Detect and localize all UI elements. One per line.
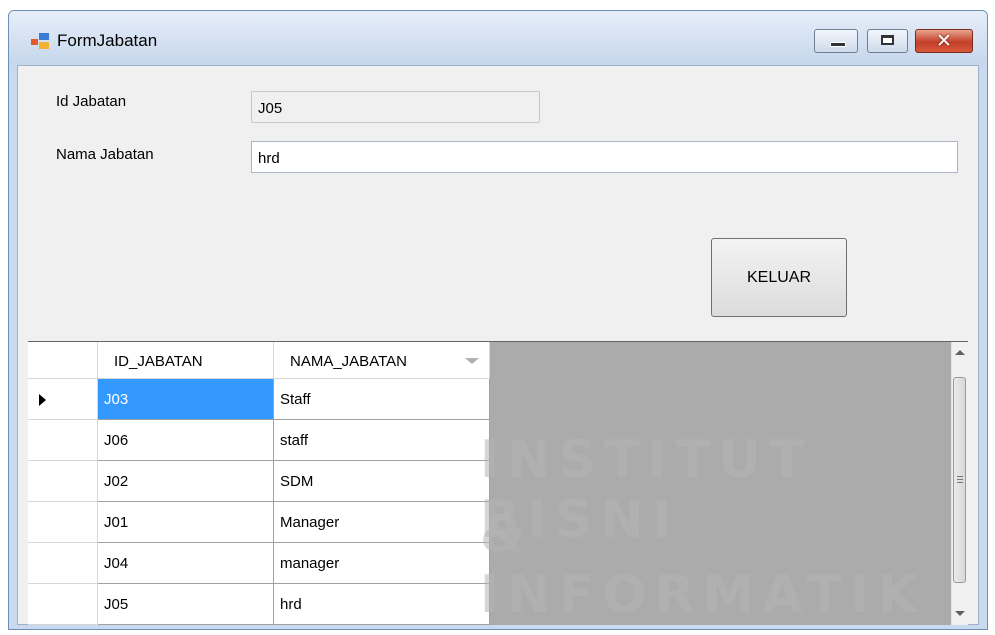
close-button[interactable]: ✕: [915, 29, 973, 53]
table-row[interactable]: J02 SDM: [28, 461, 490, 502]
id-jabatan-field[interactable]: J05: [251, 91, 540, 123]
table-row[interactable]: J06 staff: [28, 420, 490, 461]
cell-id-jabatan[interactable]: J04: [98, 543, 274, 584]
nama-jabatan-field[interactable]: hrd: [251, 141, 958, 173]
cell-id-jabatan[interactable]: J05: [98, 584, 274, 625]
grip-line: [957, 479, 963, 480]
row-header[interactable]: [28, 379, 98, 420]
cell-nama-jabatan[interactable]: manager: [274, 543, 490, 584]
table-row[interactable]: J05 hrd: [28, 584, 490, 625]
form-client-area: Id Jabatan J05 Nama Jabatan hrd KELUAR I…: [17, 65, 979, 625]
row-header[interactable]: [28, 420, 98, 461]
cell-nama-jabatan[interactable]: Staff: [274, 379, 490, 420]
window-title: FormJabatan: [57, 31, 158, 50]
column-header-nama-jabatan[interactable]: NAMA_JABATAN: [274, 342, 490, 379]
table-row[interactable]: J01 Manager: [28, 502, 490, 543]
current-row-arrow-icon: [39, 394, 46, 406]
app-form-icon: [31, 33, 49, 49]
maximize-button[interactable]: [867, 29, 908, 53]
grid-corner-header[interactable]: [28, 342, 98, 379]
keluar-button[interactable]: KELUAR: [711, 238, 847, 317]
cell-nama-jabatan[interactable]: SDM: [274, 461, 490, 502]
cell-id-jabatan[interactable]: J01: [98, 502, 274, 543]
grid-rows: J03 Staff J06 staff J02 SDM J01 Manager: [28, 379, 490, 625]
minimize-icon: [830, 42, 846, 47]
table-row[interactable]: J04 manager: [28, 543, 490, 584]
close-icon: ✕: [936, 30, 952, 52]
form-window: FormJabatan ✕ Id Jabatan J05 Nama Jabata…: [8, 10, 988, 630]
cell-id-jabatan[interactable]: J06: [98, 420, 274, 461]
scrollbar-thumb[interactable]: [953, 377, 966, 583]
vertical-scrollbar[interactable]: [951, 342, 968, 625]
column-header-id-jabatan[interactable]: ID_JABATAN: [98, 342, 274, 379]
jabatan-data-grid[interactable]: ID_JABATAN NAMA_JABATAN J03 Staff J06 st…: [28, 341, 968, 625]
row-header[interactable]: [28, 584, 98, 625]
id-jabatan-label: Id Jabatan: [56, 93, 127, 110]
row-header[interactable]: [28, 461, 98, 502]
table-row[interactable]: J03 Staff: [28, 379, 490, 420]
minimize-button[interactable]: [814, 29, 858, 53]
scroll-down-arrow-icon[interactable]: [955, 611, 965, 616]
cell-nama-jabatan[interactable]: hrd: [274, 584, 490, 625]
cell-nama-jabatan[interactable]: staff: [274, 420, 490, 461]
cell-id-jabatan[interactable]: J03: [98, 379, 274, 420]
row-header[interactable]: [28, 543, 98, 584]
grip-line: [957, 482, 963, 483]
cell-nama-jabatan[interactable]: Manager: [274, 502, 490, 543]
scroll-up-arrow-icon[interactable]: [955, 350, 965, 355]
nama-jabatan-label: Nama Jabatan: [56, 146, 154, 163]
sort-arrow-icon: [465, 358, 479, 364]
maximize-icon: [881, 35, 894, 45]
column-header-label: NAMA_JABATAN: [290, 353, 407, 370]
title-bar[interactable]: FormJabatan ✕: [9, 11, 987, 65]
cell-id-jabatan[interactable]: J02: [98, 461, 274, 502]
grip-line: [957, 476, 963, 477]
row-header[interactable]: [28, 502, 98, 543]
